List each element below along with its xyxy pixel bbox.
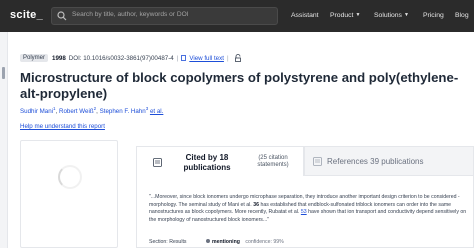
author-affiliation: 3: [145, 106, 149, 111]
nav-product-label: Product: [330, 12, 354, 19]
journal-badge[interactable]: Polymer: [20, 54, 49, 62]
reference-number: 36: [253, 201, 259, 208]
mentioning-label: mentioning: [211, 239, 240, 245]
paper-meta-row: Polymer 1998 DOI: 10.1016/s0032-3861(97)…: [20, 52, 241, 64]
search-placeholder: Search by title, author, keywords or DOI: [72, 11, 189, 18]
cited-by-label: Cited by 18 publications: [183, 153, 231, 172]
paper-title: Microstructure of block copolymers of po…: [20, 70, 459, 101]
loading-spinner-icon: [58, 165, 82, 189]
author-list: Sudhir Mani1, Robert Weiß2, Stephen F. H…: [20, 106, 163, 115]
search-input[interactable]: Search by title, author, keywords or DOI: [51, 7, 278, 25]
divider: |: [176, 54, 179, 62]
nav-solutions-label: Solutions: [374, 12, 402, 19]
author-link[interactable]: Sudhir Mani: [20, 108, 53, 115]
scite-logo[interactable]: scite_: [10, 9, 43, 21]
reference-number-link[interactable]: 53: [301, 209, 307, 215]
doi-text[interactable]: DOI: 10.1016/s0032-3861(97)00487-4: [69, 55, 174, 62]
chevron-down-icon: ▼: [355, 12, 361, 18]
help-understand-link[interactable]: Help me understand this report: [20, 123, 105, 130]
et-al-link[interactable]: et al.: [150, 108, 163, 115]
references-icon: [313, 157, 322, 166]
citation-statement-card: "...Moreover, since block ionomers under…: [136, 176, 474, 248]
chevron-down-icon: ▼: [403, 12, 409, 18]
references-label: References 39 publications: [327, 157, 424, 166]
nav-product[interactable]: Product ▼: [330, 12, 360, 19]
view-full-text-link[interactable]: View full text: [189, 55, 224, 62]
author-link[interactable]: Stephen F. Hahn: [100, 108, 146, 115]
nav-pricing[interactable]: Pricing: [423, 12, 444, 19]
mentioning-dot-icon: [205, 239, 210, 243]
publication-year: 1998: [52, 54, 66, 62]
section-value: Results: [169, 239, 187, 245]
search-icon: [57, 11, 67, 21]
top-navigation: scite_ Search by title, author, keywords…: [0, 0, 474, 32]
open-access-icon[interactable]: [234, 54, 241, 62]
statement-footer: Section: Results mentioning confidence: …: [149, 239, 284, 245]
nav-solutions[interactable]: Solutions ▼: [374, 12, 409, 19]
confidence-score: confidence: 99%: [245, 239, 284, 245]
smart-citations-panel: [20, 140, 118, 248]
citation-quote: "...Moreover, since block ionomers under…: [149, 194, 467, 224]
nav-blog[interactable]: Blog: [455, 12, 469, 19]
sidebar-handle[interactable]: [2, 67, 5, 79]
tab-references[interactable]: References 39 publications: [304, 146, 474, 176]
citation-tabs: Cited by 18 publications (25 citation st…: [136, 146, 474, 176]
tab-cited-by[interactable]: Cited by 18 publications (25 citation st…: [136, 146, 304, 176]
divider: |: [226, 54, 229, 62]
left-sidebar: [0, 32, 8, 248]
author-link[interactable]: Robert Weiß: [59, 108, 94, 115]
nav-assistant[interactable]: Assistant: [291, 12, 319, 19]
section-label: Section:: [149, 239, 168, 245]
citation-statements-count: (25 citation statements): [257, 155, 289, 168]
external-link-icon: [181, 55, 187, 61]
quote-icon: [153, 158, 162, 167]
